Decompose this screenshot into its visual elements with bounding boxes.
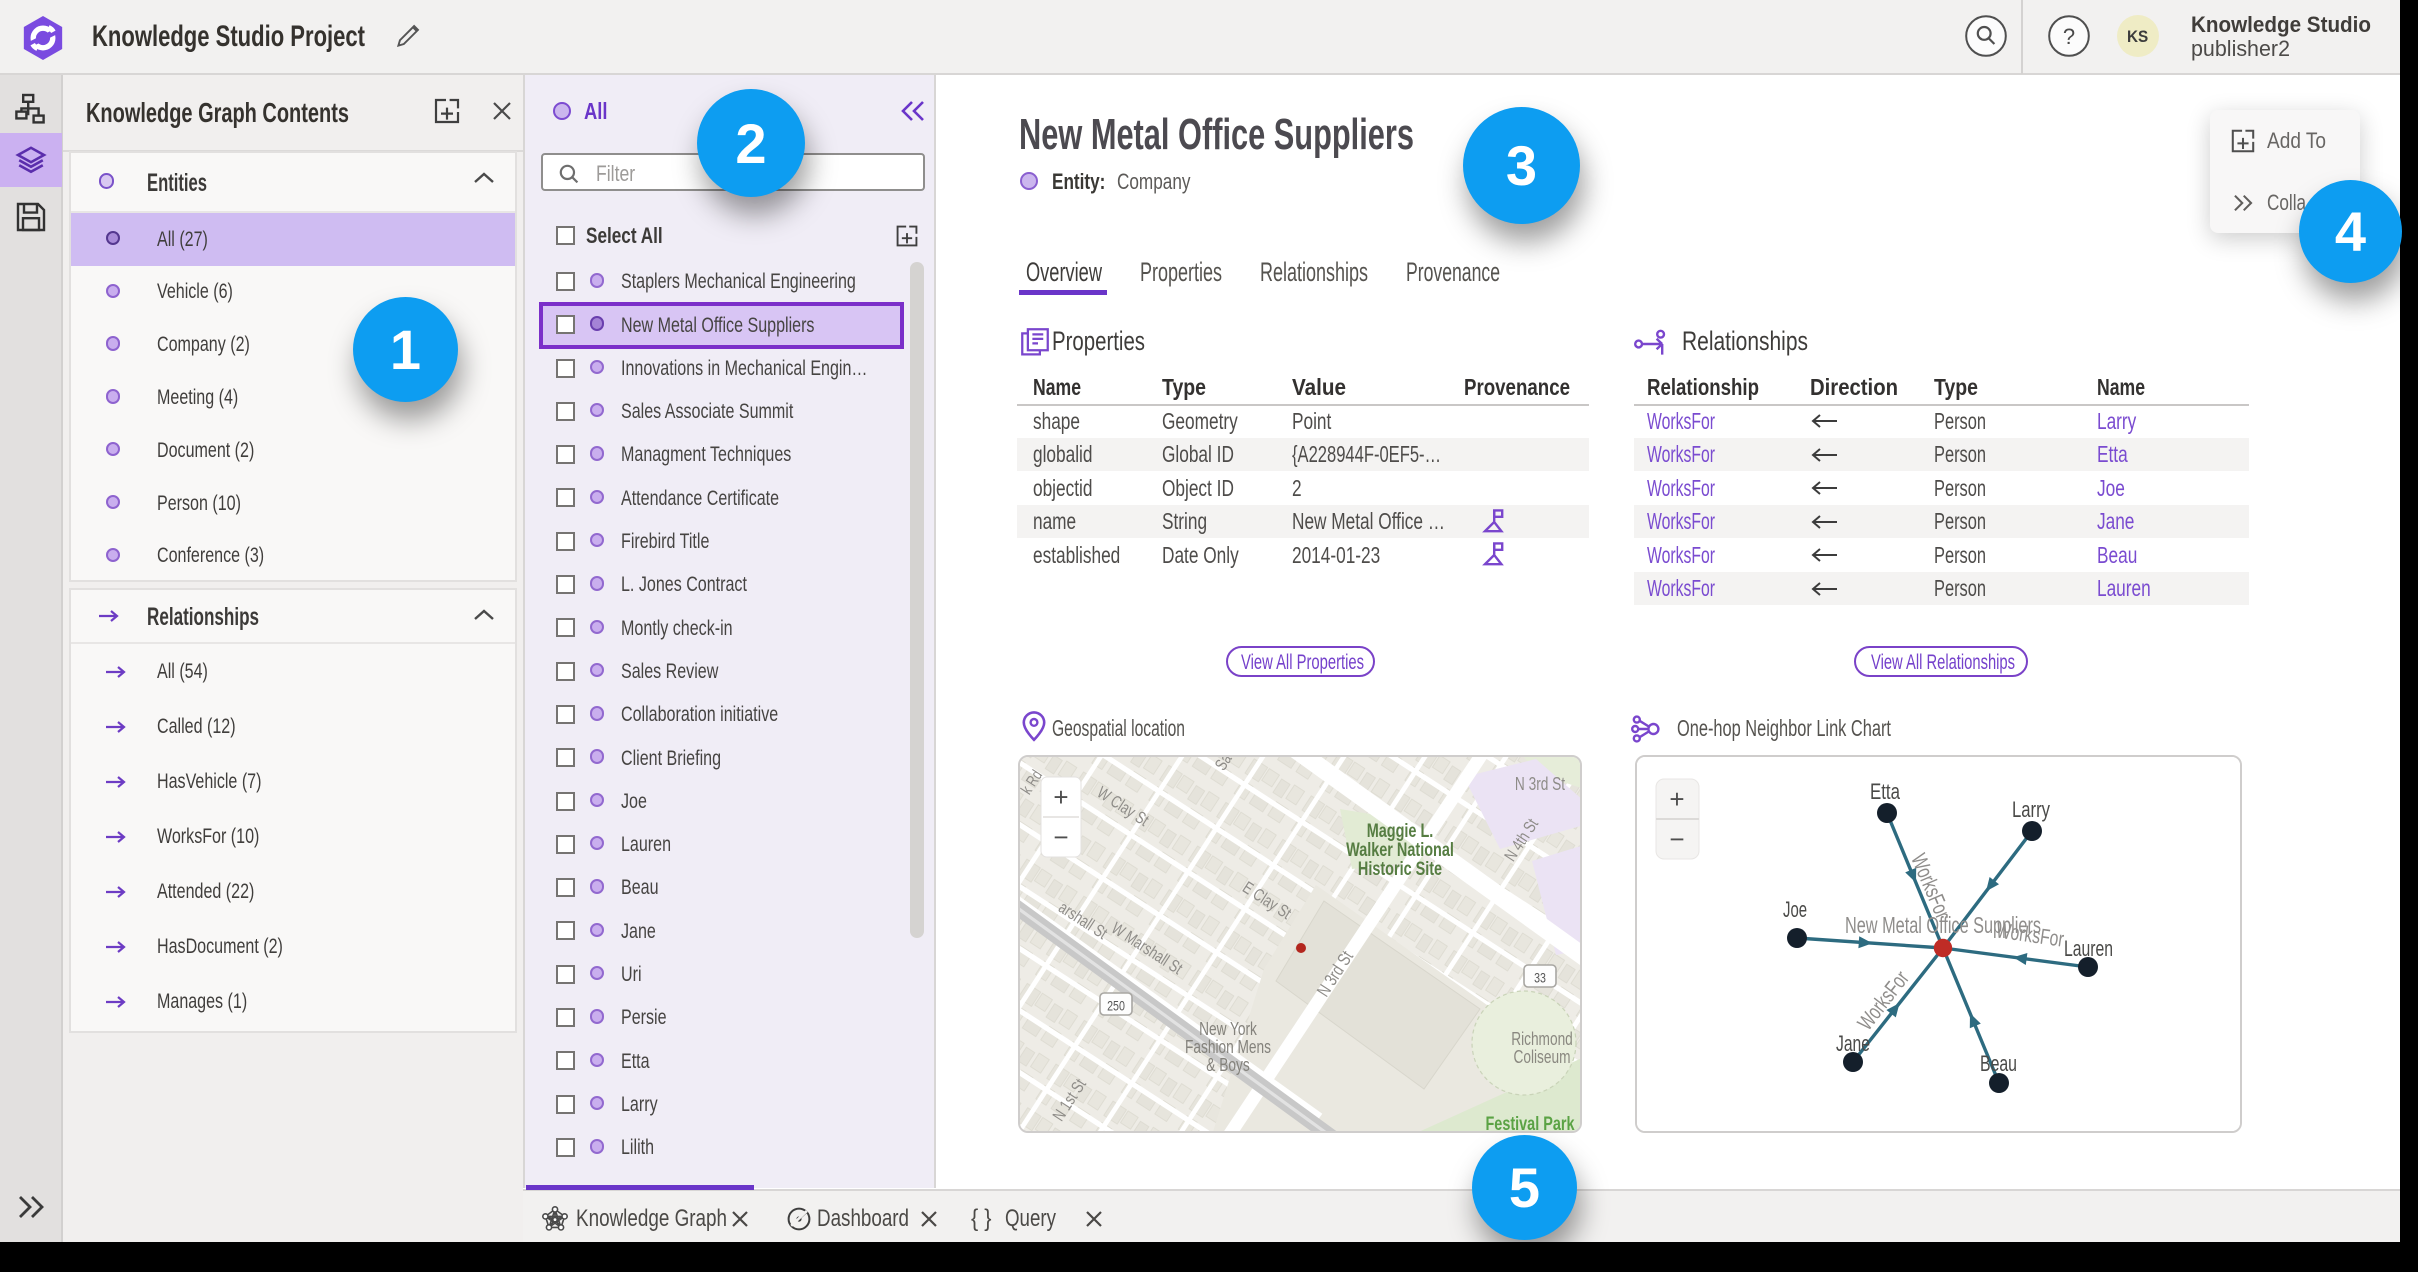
svg-text:−: − xyxy=(1053,822,1068,852)
svg-text:+: + xyxy=(1669,784,1684,814)
svg-text:Coliseum: Coliseum xyxy=(1514,1047,1571,1067)
svg-text:N 3rd St: N 3rd St xyxy=(1515,774,1565,794)
svg-text:Larry: Larry xyxy=(2012,797,2050,822)
svg-text:Walker National: Walker National xyxy=(1346,840,1454,861)
svg-text:33: 33 xyxy=(1534,970,1546,986)
svg-text:& Boys: & Boys xyxy=(1206,1055,1249,1075)
svg-text:Joe: Joe xyxy=(1783,897,1807,922)
svg-text:+: + xyxy=(1053,782,1068,812)
svg-text:?: ? xyxy=(2063,24,2075,49)
svg-text:New York: New York xyxy=(1199,1019,1258,1039)
svg-text:250: 250 xyxy=(1107,998,1125,1014)
svg-text:Etta: Etta xyxy=(1870,779,1901,804)
svg-text:Fashion Mens: Fashion Mens xyxy=(1185,1037,1271,1057)
svg-text:Jane: Jane xyxy=(1836,1031,1870,1056)
svg-text:Historic Site: Historic Site xyxy=(1358,859,1442,880)
svg-text:−: − xyxy=(1669,824,1684,854)
svg-text:Maggie L.: Maggie L. xyxy=(1367,821,1434,842)
svg-text:Lauren: Lauren xyxy=(2064,936,2113,961)
svg-text:Richmond: Richmond xyxy=(1511,1029,1573,1049)
svg-text:Beau: Beau xyxy=(1980,1051,2017,1076)
svg-text:Festival Park: Festival Park xyxy=(1486,1114,1575,1133)
